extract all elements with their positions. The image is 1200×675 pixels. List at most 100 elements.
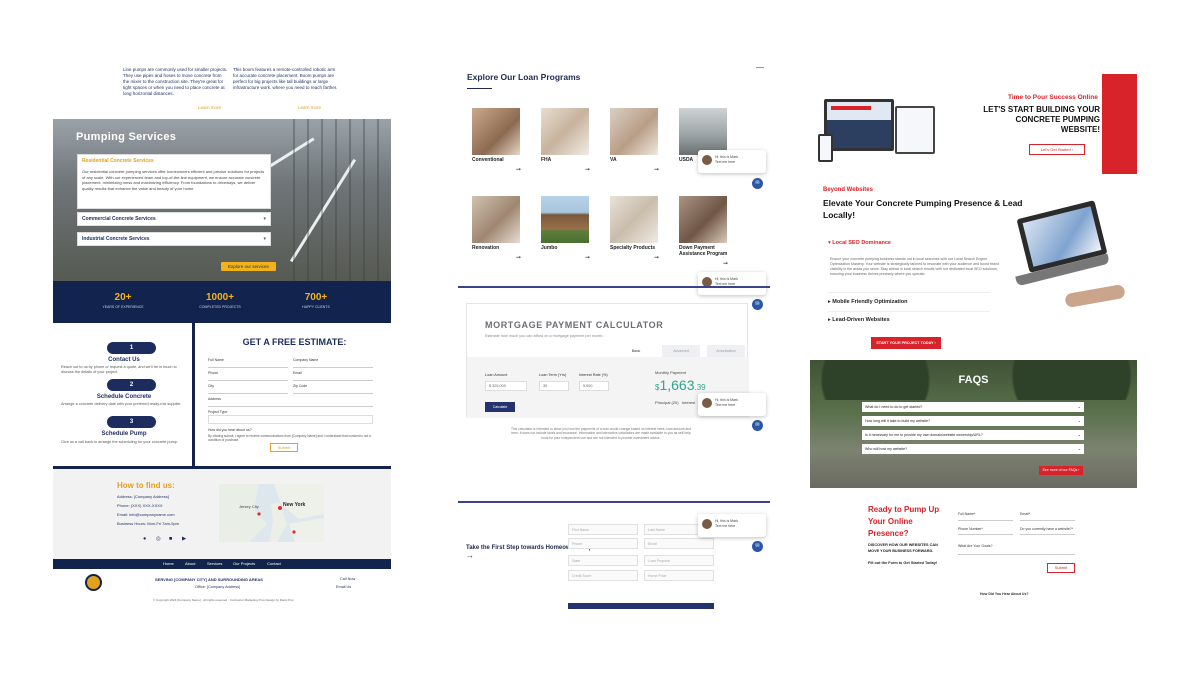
submit-button[interactable]: Submit	[1047, 563, 1075, 573]
program-card-fha[interactable]: FHA ➞	[541, 108, 591, 173]
find-us-section: How to find us: Address: [Company Addres…	[53, 466, 391, 559]
program-card-dpa[interactable]: Down Payment Assistance Program ➞	[679, 196, 739, 267]
instagram-icon[interactable]: ◎	[156, 536, 161, 542]
program-card-conventional[interactable]: Conventional ➞	[472, 108, 522, 173]
nav-contact[interactable]: Contact	[267, 561, 281, 566]
learn-more-link[interactable]: Learn more	[198, 105, 221, 110]
chat-bubble-icon[interactable]: ✉	[752, 420, 763, 431]
arrow-right-icon[interactable]: ➞	[585, 166, 590, 173]
chat-bubble-icon[interactable]: ✉	[752, 541, 763, 552]
step-desc: Reach out to us by phone or request a qu…	[61, 365, 177, 374]
desktop-mockup	[824, 99, 894, 151]
step-title: Schedule Pump	[101, 431, 147, 437]
chat-widget[interactable]: Hi, this is Mark Text me here	[698, 393, 766, 416]
phone-field[interactable]: Phone	[568, 538, 638, 549]
interest-rate-input[interactable]: 5.500	[579, 381, 609, 391]
field-label: Company Name	[293, 358, 319, 362]
menu-icon[interactable]	[756, 67, 764, 68]
chat-widget[interactable]: Hi, this is Mark Text me here	[698, 514, 766, 537]
email-field[interactable]: Email	[644, 538, 714, 549]
website-field[interactable]	[1020, 534, 1075, 535]
service-accordion-commercial[interactable]: Commercial Concrete Services ▾	[77, 212, 271, 226]
arrow-right-icon[interactable]: ➞	[654, 254, 659, 261]
start-project-button[interactable]: START YOUR PROJECT TODAY ›	[871, 337, 941, 349]
accordion-header[interactable]: Residential Concrete Services	[78, 155, 270, 167]
arrow-right-icon[interactable]: ➞	[585, 254, 590, 261]
program-card-specialty[interactable]: Specialty Products ➞	[610, 196, 660, 261]
phone-line[interactable]: Phone: (XXX) XXX-XXXX	[117, 503, 163, 508]
program-card-renovation[interactable]: Renovation ➞	[472, 196, 522, 261]
tab-advanced[interactable]: Advanced	[662, 345, 700, 357]
company-logo	[85, 574, 102, 591]
address-field[interactable]	[208, 402, 373, 407]
chat-text: Hi, this is Mark Text me here	[715, 277, 738, 286]
location-map[interactable]: New York Jersey City	[219, 484, 324, 542]
calculate-button[interactable]: Calculate	[485, 402, 515, 412]
city-field[interactable]	[208, 389, 288, 394]
accordion-lead-driven[interactable]: ▸ Lead-Driven Websites	[828, 317, 890, 323]
arrow-right-icon[interactable]: ➞	[516, 166, 521, 173]
stats-bar: 20+ YEARS OF EXPERIENCE 1000+ COMPLETED PR…	[53, 281, 391, 323]
email-link[interactable]: Email Us	[336, 585, 351, 589]
call-link[interactable]: Call Now	[340, 577, 355, 581]
program-photo	[472, 196, 520, 243]
learn-more-link[interactable]: Learn more	[298, 105, 321, 110]
chat-bubble-icon[interactable]: ✉	[752, 299, 763, 310]
estimate-form: GET A FREE ESTIMATE: Full Name Company N…	[198, 323, 391, 466]
email-field[interactable]	[293, 376, 373, 381]
phone-field[interactable]	[958, 534, 1013, 535]
chat-widget[interactable]: Hi, this is Mark Text me here	[698, 150, 766, 173]
lets-get-started-button[interactable]: Let's Get Started ›	[1029, 144, 1085, 155]
full-name-field[interactable]	[958, 520, 1013, 521]
see-all-faqs-button[interactable]: See more of our FAQs ›	[1039, 466, 1083, 475]
faq-item[interactable]: Is it necessary for me to provide my own…	[862, 430, 1084, 440]
submit-button[interactable]: Submit	[270, 443, 298, 452]
zip-field[interactable]	[293, 389, 373, 394]
facebook-icon[interactable]: ●	[143, 536, 146, 542]
tab-amortization[interactable]: Amortization	[707, 345, 745, 357]
loan-purpose-select[interactable]: Loan Purpose	[644, 555, 714, 566]
project-type-field[interactable]	[208, 415, 373, 424]
goals-field[interactable]	[958, 554, 1075, 555]
arrow-right-icon[interactable]: ➞	[654, 166, 659, 173]
chat-bubble-icon[interactable]: ✉	[752, 178, 763, 189]
mortgage-site-panel: Explore Our Loan Programs Conventional ➞…	[458, 62, 770, 610]
faq-item[interactable]: What do I need to do to get started? ⌄	[862, 402, 1084, 412]
explore-services-button[interactable]: Explore our services	[221, 262, 276, 271]
first-name-field[interactable]: First Name	[568, 524, 638, 535]
chat-widget[interactable]: Hi, this is Mark Text me here	[698, 272, 766, 295]
full-name-field[interactable]	[208, 363, 288, 368]
tab-basic[interactable]: Basic	[617, 345, 655, 357]
phone-field[interactable]	[208, 376, 288, 381]
arrow-right-icon[interactable]: →	[466, 551, 474, 560]
program-card-va[interactable]: VA ➞	[610, 108, 660, 173]
linkedin-icon[interactable]: ■	[169, 536, 172, 542]
form-submit-button[interactable]	[568, 603, 714, 609]
arrow-right-icon[interactable]: ➞	[516, 254, 521, 261]
faq-item[interactable]: Who will host my website? ⌄	[862, 444, 1084, 454]
loan-amount-input[interactable]: $ 325,000	[485, 381, 527, 391]
home-price-select[interactable]: Home Price	[644, 570, 714, 581]
address-line: Address: [Company Address]	[117, 494, 169, 499]
company-field[interactable]	[293, 363, 373, 368]
email-field[interactable]	[1020, 520, 1075, 521]
credit-score-select[interactable]: Credit Score	[568, 570, 638, 581]
accordion-header[interactable]: Commercial Concrete Services	[78, 213, 270, 225]
service-accordion-industrial[interactable]: Industrial Concrete Services ▾	[77, 232, 271, 246]
state-select[interactable]: State	[568, 555, 638, 566]
service-accordion-residential[interactable]: Residential Concrete Services Our reside…	[77, 154, 271, 209]
nav-home[interactable]: Home	[163, 561, 174, 566]
faq-item[interactable]: How long will it take to build my websit…	[862, 416, 1084, 426]
arrow-right-icon[interactable]: ➞	[723, 260, 728, 267]
loan-term-input[interactable]: 30	[539, 381, 569, 391]
nav-services[interactable]: Services	[207, 561, 222, 566]
nav-projects[interactable]: Our Projects	[233, 561, 255, 566]
nav-about[interactable]: About	[185, 561, 195, 566]
youtube-icon[interactable]: ▶	[182, 536, 186, 542]
accordion-body: Our residential concrete pumping service…	[82, 169, 265, 191]
program-card-jumbo[interactable]: Jumbo ➞	[541, 196, 591, 261]
accordion-mobile[interactable]: ▸ Mobile Friendly Optimization	[828, 299, 907, 305]
accordion-local-seo[interactable]: ▾ Local SEO Dominance	[828, 240, 891, 246]
email-line[interactable]: Email: info@companyname.com	[117, 512, 175, 517]
accordion-header[interactable]: Industrial Concrete Services	[78, 233, 270, 245]
